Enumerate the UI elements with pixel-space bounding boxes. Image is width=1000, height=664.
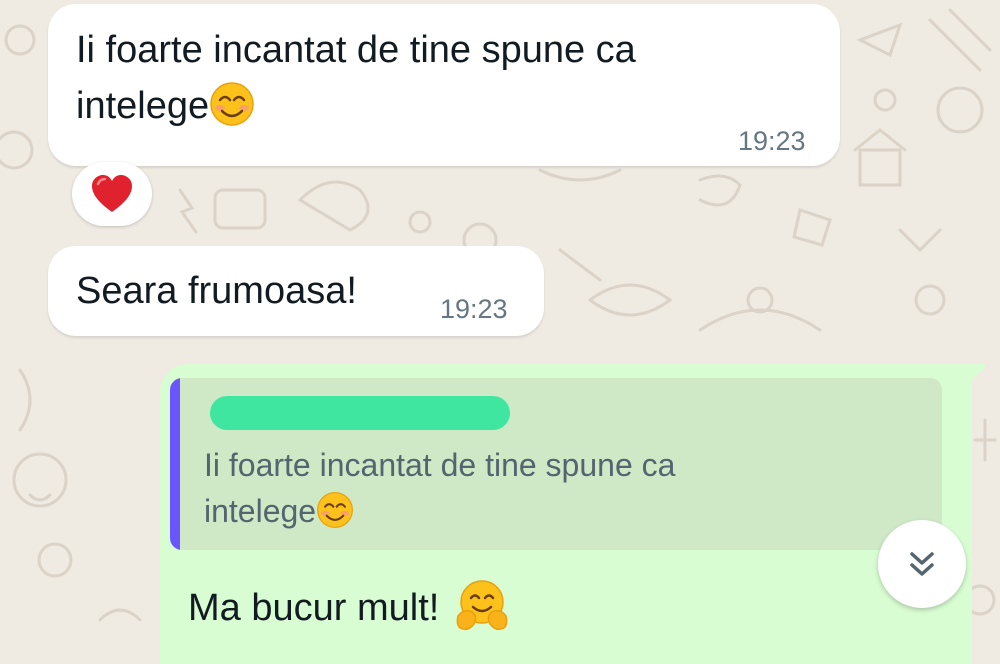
incoming-message-bubble[interactable]: Seara frumoasa! 19:23 [48,246,544,336]
incoming-message-bubble[interactable]: Ii foarte incantat de tine spune ca inte… [48,4,840,166]
double-chevron-down-icon [910,552,934,576]
message-text: Ma bucur mult! [188,587,440,629]
bubble-tail [958,364,986,394]
quote-text-line: Ii foarte incantat de tine spune ca [204,447,676,483]
smiling-face-emoji-icon [317,492,354,528]
message-text-line: Ii foarte incantat de tine spune ca [76,29,636,71]
smiling-face-emoji-icon [210,82,254,126]
message-text: Seara frumoasa! [76,270,357,312]
quoted-message[interactable]: redacted Ii foarte incantat de tine spun… [170,378,942,550]
hugging-face-emoji-icon [456,580,508,631]
quote-author-redacted: redacted [210,396,510,430]
message-reaction[interactable] [72,162,152,226]
quote-text-line: intelege [204,493,317,529]
quote-accent-bar [170,378,180,550]
message-timestamp: 19:23 [738,126,806,156]
scroll-to-bottom-button[interactable] [878,520,966,608]
red-heart-icon [92,175,132,212]
message-timestamp: 19:23 [440,294,508,324]
message-text-line: intelege [76,85,210,127]
